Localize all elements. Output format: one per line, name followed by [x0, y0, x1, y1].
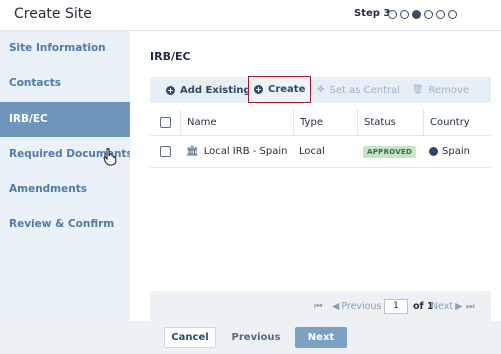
- step-dot-4: [424, 10, 433, 19]
- toolbar: + Add Existing + Create ✥ Set as Central…: [150, 76, 491, 103]
- page-number-input[interactable]: 1: [384, 298, 408, 314]
- next-arrow-icon: ▶: [455, 300, 463, 312]
- page-input-wrap: 1: [384, 291, 408, 321]
- main-panel: IRB/EC + Add Existing + Create ✥ Set as …: [130, 31, 501, 321]
- cancel-button[interactable]: Cancel: [164, 327, 216, 348]
- sidebar-item-site-information[interactable]: Site Information: [0, 31, 130, 66]
- row-type: Local: [299, 146, 325, 157]
- create-label: Create: [268, 84, 306, 95]
- step-dot-2: [400, 10, 409, 19]
- sidebar-item-irb-ec[interactable]: IRB/EC: [0, 102, 130, 137]
- column-header-country[interactable]: Country: [423, 109, 491, 135]
- dialog-header: Create Site Step 3: [0, 0, 501, 31]
- trash-icon: 🗑: [412, 85, 424, 95]
- next-page-label: Next: [431, 300, 454, 312]
- previous-page-label: Previous: [341, 300, 382, 312]
- select-all-checkbox[interactable]: [160, 116, 171, 128]
- wizard-sidebar: Site Information Contacts IRB/EC Require…: [0, 31, 130, 321]
- dialog-title: Create Site: [14, 6, 92, 22]
- column-header-type[interactable]: Type: [293, 109, 357, 135]
- column-header-status[interactable]: Status: [357, 109, 423, 135]
- row-country-cell: Spain: [423, 136, 491, 167]
- step-progress-dots: [388, 10, 457, 19]
- column-header-name[interactable]: Name: [180, 109, 293, 135]
- add-existing-button[interactable]: + Add Existing: [166, 77, 251, 103]
- step-dot-3: [412, 10, 421, 19]
- dialog-footer: Cancel Previous Next: [0, 321, 501, 354]
- row-name-cell: 🏛 Local IRB - Spain: [180, 136, 293, 167]
- first-page-icon[interactable]: ⏮: [314, 291, 323, 321]
- previous-button[interactable]: Previous: [226, 327, 286, 348]
- row-checkbox[interactable]: [160, 146, 171, 157]
- step-dot-6: [448, 10, 457, 19]
- sidebar-item-contacts[interactable]: Contacts: [0, 66, 130, 101]
- step-indicator-label: Step 3: [354, 8, 391, 19]
- step-dot-5: [436, 10, 445, 19]
- previous-arrow-icon: ◀: [332, 300, 340, 312]
- irb-grid: Name Type Status Country 🏛 Local IRB - S…: [150, 109, 491, 168]
- crosshair-icon: ✥: [317, 85, 325, 95]
- hand-cursor-icon: [103, 148, 117, 166]
- globe-icon: [429, 147, 438, 156]
- section-title: IRB/EC: [150, 50, 191, 63]
- status-badge: APPROVED: [363, 145, 417, 158]
- sidebar-item-amendments[interactable]: Amendments: [0, 172, 130, 207]
- row-name: Local IRB - Spain: [203, 146, 288, 157]
- select-all-cell: [154, 109, 178, 135]
- set-as-central-label: Set as Central: [329, 84, 401, 96]
- row-status-cell: APPROVED: [357, 136, 423, 167]
- remove-label: Remove: [428, 84, 470, 96]
- previous-page-button[interactable]: ◀ Previous: [332, 291, 381, 321]
- last-page-icon[interactable]: ⏭: [466, 291, 475, 321]
- institution-icon: 🏛: [186, 146, 199, 157]
- row-select-cell: [154, 136, 178, 167]
- sidebar-item-review-confirm[interactable]: Review & Confirm: [0, 207, 130, 242]
- table-row[interactable]: 🏛 Local IRB - Spain Local APPROVED Spain: [150, 136, 491, 168]
- plus-circle-icon: +: [254, 85, 263, 94]
- row-country: Spain: [442, 146, 470, 157]
- step-dot-1: [388, 10, 397, 19]
- remove-button[interactable]: 🗑 Remove: [412, 77, 469, 103]
- create-button[interactable]: + Create: [248, 76, 312, 103]
- plus-circle-icon: +: [166, 85, 175, 95]
- add-existing-label: Add Existing: [180, 84, 251, 96]
- next-button[interactable]: Next: [295, 327, 347, 348]
- next-page-button[interactable]: Next ▶: [431, 291, 462, 321]
- set-as-central-button[interactable]: ✥ Set as Central: [317, 77, 400, 103]
- grid-header-row: Name Type Status Country: [150, 109, 491, 136]
- pager: ⏮ ◀ Previous 1 of 1 Next ▶ ⏭: [150, 291, 491, 321]
